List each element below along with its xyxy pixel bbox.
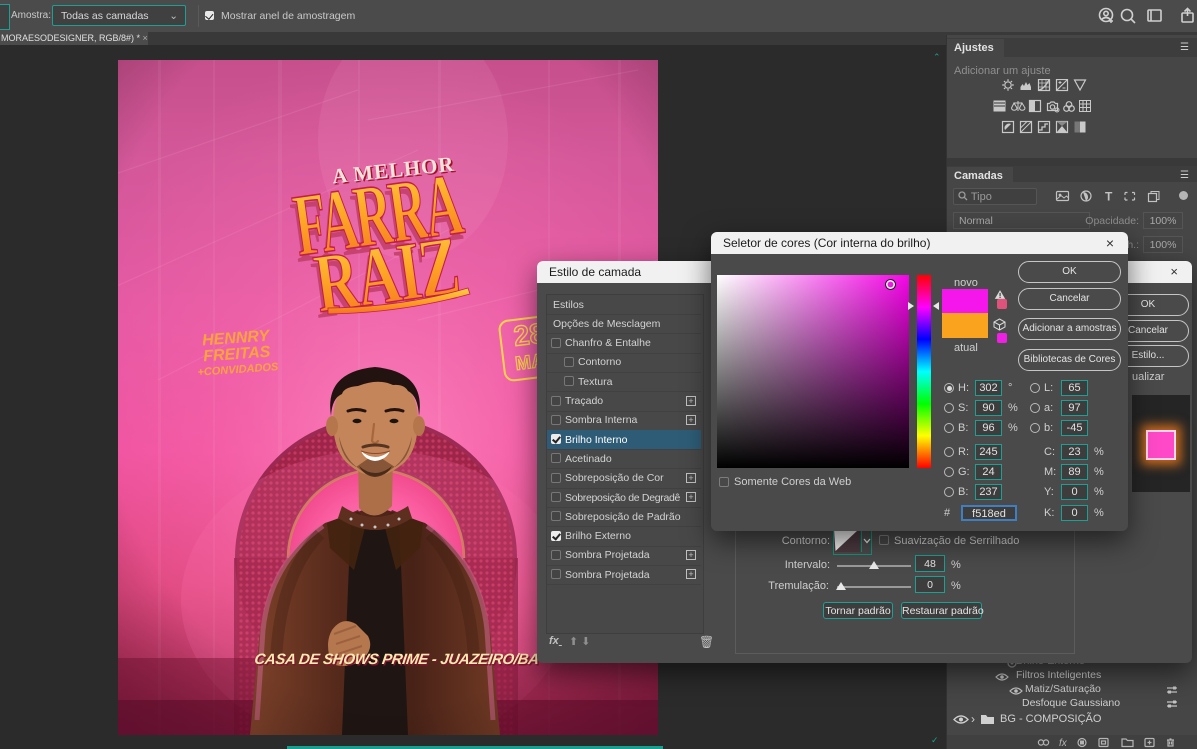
svg-text:T: T: [1105, 190, 1113, 204]
svg-text:fx: fx: [1059, 738, 1068, 748]
svg-text:CASA DE SHOWS PRIME - JUAZEIRO: CASA DE SHOWS PRIME - JUAZEIRO/BA: [253, 651, 540, 668]
